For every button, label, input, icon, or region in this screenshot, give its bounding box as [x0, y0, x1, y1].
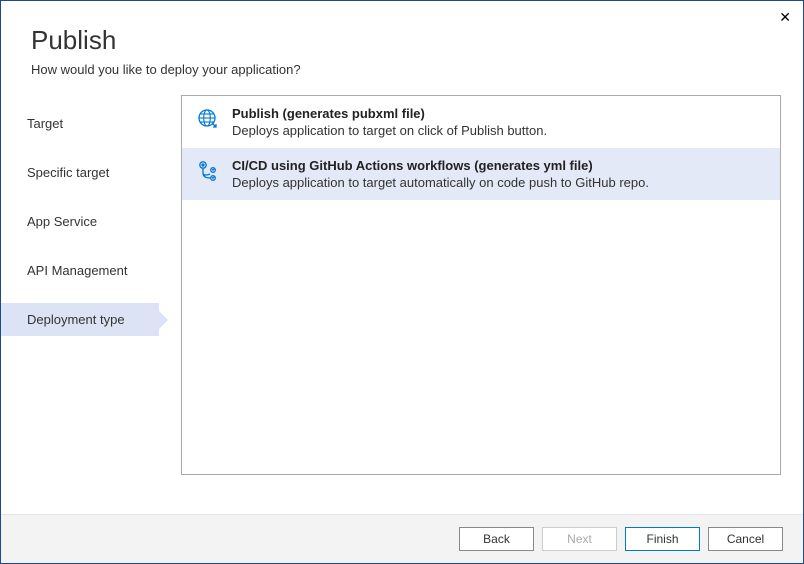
- sidebar-item-label: App Service: [27, 214, 97, 229]
- option-title: CI/CD using GitHub Actions workflows (ge…: [232, 158, 766, 173]
- sidebar-item-app-service[interactable]: App Service: [1, 205, 159, 238]
- page-subtitle: How would you like to deploy your applic…: [31, 62, 773, 77]
- option-cicd-github-actions[interactable]: CI/CD using GitHub Actions workflows (ge…: [182, 148, 780, 200]
- sidebar-item-label: Specific target: [27, 165, 109, 180]
- sidebar-item-label: API Management: [27, 263, 127, 278]
- options-panel: Publish (generates pubxml file) Deploys …: [181, 95, 781, 475]
- sidebar-item-target[interactable]: Target: [1, 107, 159, 140]
- back-button[interactable]: Back: [459, 527, 534, 551]
- dialog-body: Target Specific target App Service API M…: [1, 95, 803, 475]
- dialog-header: Publish How would you like to deploy you…: [1, 1, 803, 95]
- wizard-sidebar: Target Specific target App Service API M…: [1, 95, 159, 475]
- globe-publish-icon: [196, 106, 220, 138]
- cancel-button[interactable]: Cancel: [708, 527, 783, 551]
- close-icon[interactable]: ✕: [779, 9, 791, 26]
- option-publish[interactable]: Publish (generates pubxml file) Deploys …: [182, 96, 780, 148]
- sidebar-item-label: Deployment type: [27, 312, 125, 327]
- sidebar-item-specific-target[interactable]: Specific target: [1, 156, 159, 189]
- sidebar-item-deployment-type[interactable]: Deployment type: [1, 303, 159, 336]
- workflow-icon: [196, 158, 220, 190]
- dialog-footer: Back Next Finish Cancel: [1, 514, 803, 563]
- finish-button[interactable]: Finish: [625, 527, 700, 551]
- option-desc: Deploys application to target automatica…: [232, 175, 766, 190]
- option-text: Publish (generates pubxml file) Deploys …: [232, 106, 766, 138]
- option-text: CI/CD using GitHub Actions workflows (ge…: [232, 158, 766, 190]
- sidebar-item-api-management[interactable]: API Management: [1, 254, 159, 287]
- option-title: Publish (generates pubxml file): [232, 106, 766, 121]
- option-desc: Deploys application to target on click o…: [232, 123, 766, 138]
- next-button: Next: [542, 527, 617, 551]
- sidebar-item-label: Target: [27, 116, 63, 131]
- page-title: Publish: [31, 25, 773, 56]
